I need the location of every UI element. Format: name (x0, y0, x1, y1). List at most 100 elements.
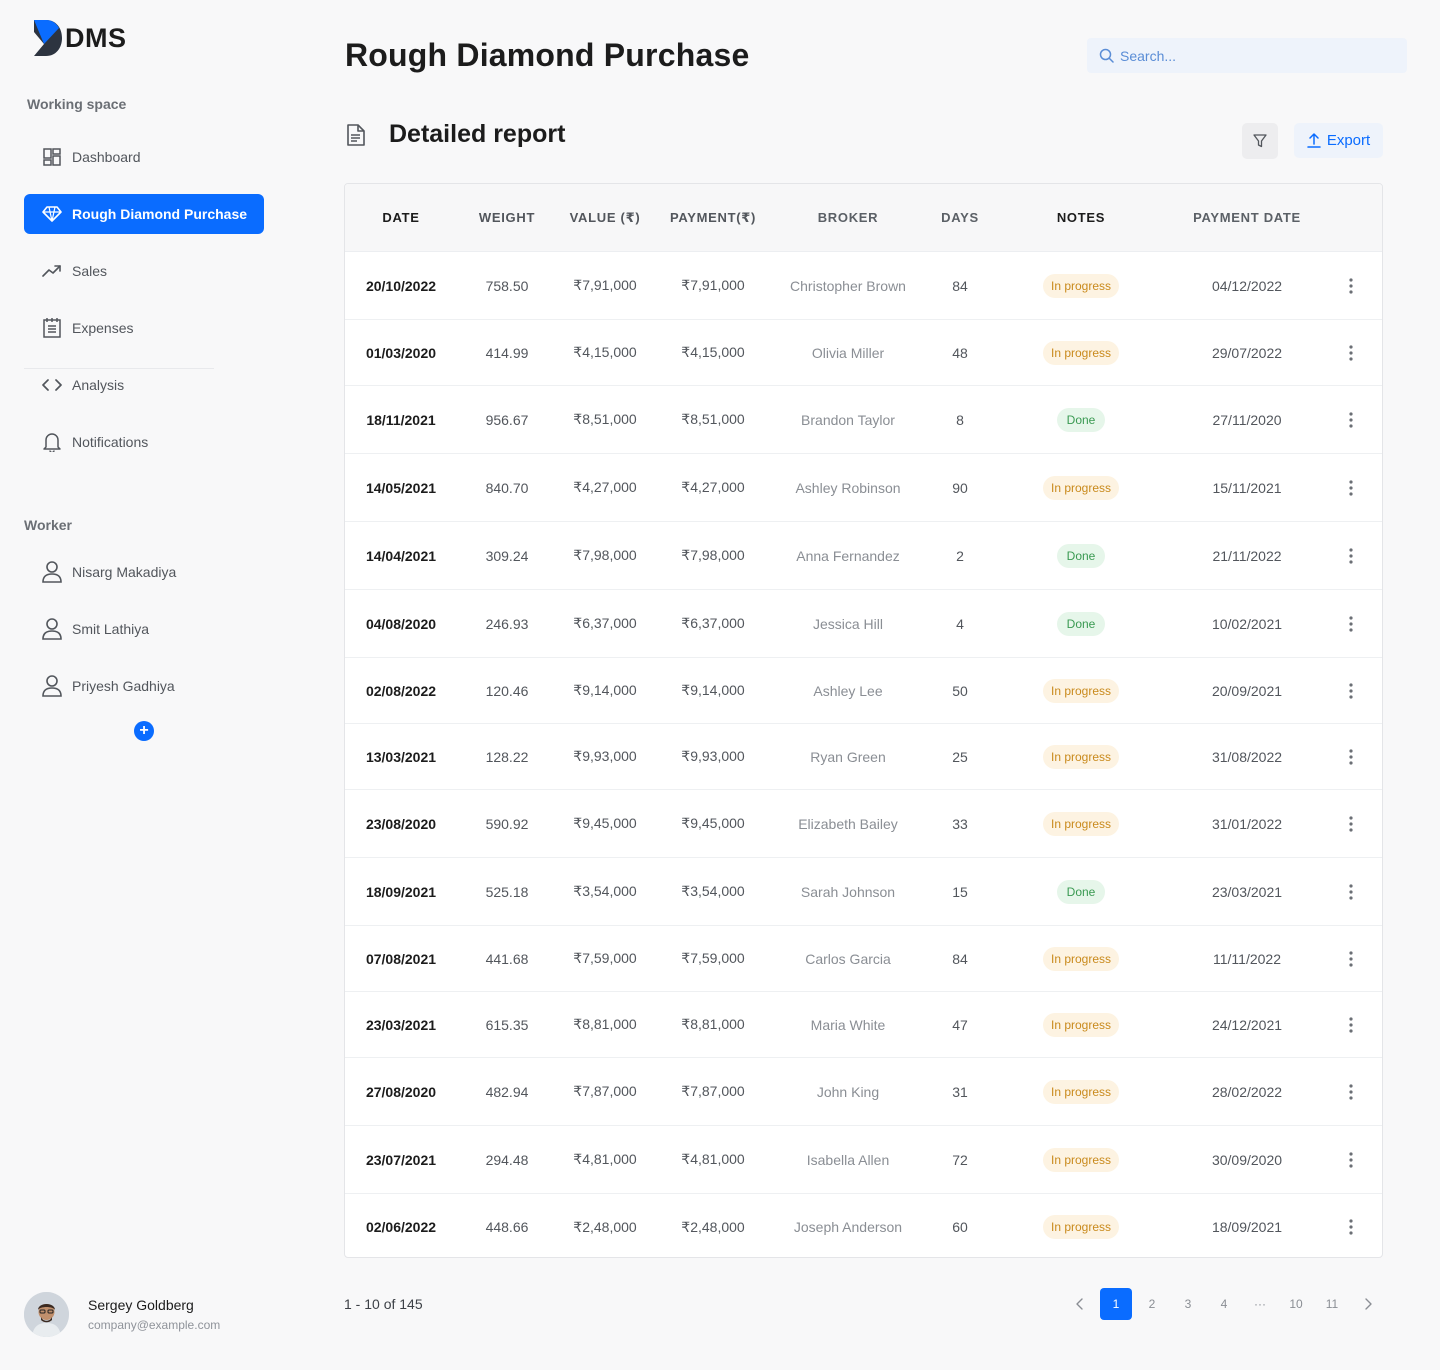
cell-date: 13/03/2021 (365, 748, 437, 765)
row-menu-button[interactable] (1323, 411, 1379, 428)
user-profile[interactable]: Sergey Goldberg company@example.com (24, 1292, 220, 1337)
header-days[interactable]: DAYS (929, 210, 991, 225)
cell-payment-date: 29/07/2022 (1211, 344, 1283, 361)
row-menu-button[interactable] (1323, 479, 1379, 496)
row-menu-button[interactable] (1323, 1151, 1379, 1168)
sidebar-item-label: Expenses (72, 320, 134, 336)
cell-weight: 956.67 (485, 411, 529, 428)
worker-item-nisarg[interactable]: Nisarg Makadiya (24, 552, 264, 592)
purchase-table: DATE WEIGHT VALUE (₹) PAYMENT(₹) BROKER … (344, 183, 1383, 1258)
table-row[interactable]: 04/08/2020 246.93 ₹6,37,000 ₹6,37,000 Jessic… (345, 590, 1382, 658)
row-menu-button[interactable] (1323, 1083, 1379, 1100)
table-row[interactable]: 13/03/2021 128.22 ₹9,93,000 ₹9,93,000 Ryan G… (345, 724, 1382, 790)
diamond-icon (41, 203, 63, 225)
row-menu-button[interactable] (1323, 883, 1379, 900)
cell-payment-date: 11/11/2022 (1213, 950, 1281, 967)
page-button[interactable]: 4 (1208, 1288, 1240, 1320)
table-body: 20/10/2022 758.50 ₹7,91,000 ₹7,91,000 Christ… (345, 252, 1382, 1257)
row-menu-button[interactable] (1323, 1219, 1379, 1235)
cell-notes: Done (991, 879, 1171, 904)
sidebar-item-analysis[interactable]: Analysis (24, 365, 264, 405)
add-worker-button[interactable]: + (134, 721, 154, 741)
cell-weight: 120.46 (485, 682, 529, 699)
table-row[interactable]: 07/08/2021 441.68 ₹7,59,000 ₹7,59,000 Carlos… (345, 926, 1382, 992)
table-row[interactable]: 27/08/2020 482.94 ₹7,87,000 ₹7,87,000 John K… (345, 1058, 1382, 1126)
worker-item-priyesh[interactable]: Priyesh Gadhiya (24, 666, 264, 706)
row-menu-button[interactable] (1323, 1016, 1379, 1033)
sidebar-item-dashboard[interactable]: Dashboard (24, 137, 264, 177)
cell-date: 07/08/2021 (365, 950, 437, 967)
cell-value: ₹4,15,000 (573, 344, 637, 360)
filter-button[interactable] (1242, 123, 1278, 159)
table-row[interactable]: 23/03/2021 615.35 ₹8,81,000 ₹8,81,000 Maria … (345, 992, 1382, 1058)
table-row[interactable]: 01/03/2020 414.99 ₹4,15,000 ₹4,15,000 Olivia… (345, 320, 1382, 386)
header-notes[interactable]: NOTES (991, 210, 1171, 225)
cell-weight: 128.22 (485, 748, 529, 765)
page-button[interactable]: 3 (1172, 1288, 1204, 1320)
table-row[interactable]: 20/10/2022 758.50 ₹7,91,000 ₹7,91,000 Christ… (345, 252, 1382, 320)
row-menu-button[interactable] (1323, 615, 1379, 632)
code-icon (41, 374, 63, 396)
table-row[interactable]: 14/04/2021 309.24 ₹7,98,000 ₹7,98,000 Anna F… (345, 522, 1382, 590)
sidebar-item-rough-diamond-purchase[interactable]: Rough Diamond Purchase (24, 194, 264, 234)
sidebar-item-sales[interactable]: Sales (24, 251, 264, 291)
cell-days: 25 (952, 748, 968, 765)
table-row[interactable]: 14/05/2021 840.70 ₹4,27,000 ₹4,27,000 Ashley… (345, 454, 1382, 522)
export-button[interactable]: Export (1294, 123, 1383, 158)
header-broker[interactable]: BROKER (771, 210, 925, 225)
row-menu-button[interactable] (1323, 547, 1379, 564)
row-menu-button[interactable] (1323, 950, 1379, 967)
status-badge: In progress (1042, 1012, 1120, 1037)
worker-item-smit[interactable]: Smit Lathiya (24, 609, 264, 649)
logo[interactable]: DMS (32, 20, 127, 56)
dashboard-icon (41, 146, 63, 168)
more-vertical-icon (1349, 344, 1353, 361)
page-button[interactable]: 10 (1280, 1288, 1312, 1320)
cell-weight: 441.68 (485, 950, 529, 967)
cell-value: ₹2,48,000 (573, 1218, 637, 1235)
row-menu-button[interactable] (1323, 277, 1379, 294)
page-button[interactable]: 1 (1100, 1288, 1132, 1320)
worker-label: Priyesh Gadhiya (72, 678, 175, 694)
row-menu-button[interactable] (1323, 682, 1379, 699)
cell-broker: John King (816, 1083, 880, 1100)
cell-days: 60 (952, 1219, 968, 1235)
sidebar-item-notifications[interactable]: Notifications (24, 422, 264, 462)
page-button[interactable]: 2 (1136, 1288, 1168, 1320)
next-page-button[interactable] (1352, 1288, 1384, 1320)
cell-value: ₹8,51,000 (573, 411, 637, 427)
table-row[interactable]: 23/07/2021 294.48 ₹4,81,000 ₹4,81,000 Isabel… (345, 1126, 1382, 1194)
table-row[interactable]: 18/09/2021 525.18 ₹3,54,000 ₹3,54,000 Sarah … (345, 858, 1382, 926)
header-date[interactable]: DATE (345, 210, 457, 225)
filter-icon (1253, 134, 1267, 148)
row-menu-button[interactable] (1323, 748, 1379, 765)
cell-broker: Isabella Allen (806, 1151, 890, 1168)
cell-weight: 525.18 (485, 883, 529, 900)
cell-payment: ₹9,14,000 (681, 682, 745, 698)
cell-payment: ₹9,45,000 (681, 815, 745, 831)
page-button[interactable]: 11 (1316, 1288, 1348, 1320)
search-input[interactable] (1120, 47, 1390, 64)
header-weight[interactable]: WEIGHT (460, 210, 554, 225)
sidebar-item-expenses[interactable]: Expenses (24, 308, 264, 348)
cell-days: 84 (952, 277, 968, 294)
table-row[interactable]: 18/11/2021 956.67 ₹8,51,000 ₹8,51,000 Brando… (345, 386, 1382, 454)
header-value[interactable]: VALUE (₹) (556, 210, 654, 226)
cell-notes: In progress (991, 811, 1171, 836)
row-menu-button[interactable] (1323, 815, 1379, 832)
prev-page-button[interactable] (1064, 1288, 1096, 1320)
cell-days: 31 (952, 1083, 968, 1100)
header-payment[interactable]: PAYMENT(₹) (657, 210, 769, 226)
cell-notes: In progress (991, 946, 1171, 971)
cell-payment-date: 23/03/2021 (1211, 883, 1283, 900)
more-vertical-icon (1349, 615, 1353, 632)
cell-notes: In progress (991, 1012, 1171, 1037)
table-row[interactable]: 02/08/2022 120.46 ₹9,14,000 ₹9,14,000 Ashley… (345, 658, 1382, 724)
header-payment-date[interactable]: PAYMENT DATE (1171, 210, 1323, 225)
table-row[interactable]: 02/06/2022 448.66 ₹2,48,000 ₹2,48,000 Joseph… (345, 1194, 1382, 1257)
search-box[interactable] (1087, 38, 1407, 73)
table-row[interactable]: 23/08/2020 590.92 ₹9,45,000 ₹9,45,000 Elizab… (345, 790, 1382, 858)
row-menu-button[interactable] (1323, 344, 1379, 361)
cell-days: 33 (952, 815, 968, 832)
more-vertical-icon (1349, 883, 1353, 900)
